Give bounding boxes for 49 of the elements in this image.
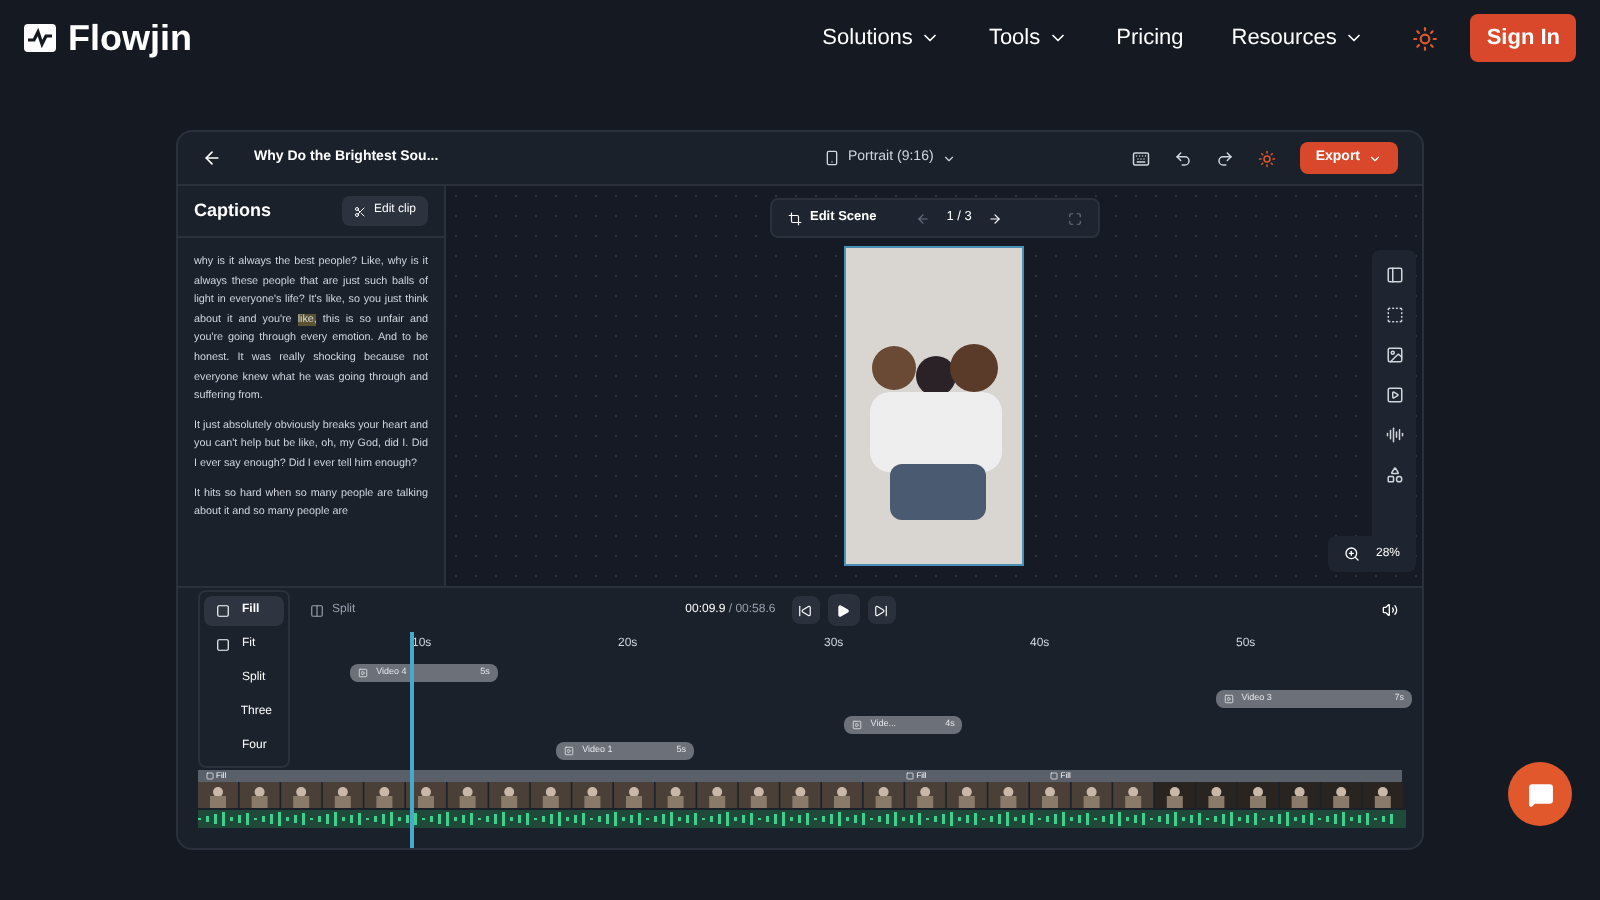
chevron-down-icon: [941, 151, 956, 165]
square-icon: [216, 604, 230, 618]
image-icon[interactable]: [1385, 346, 1403, 364]
arrow-right-icon[interactable]: [987, 211, 1002, 225]
nav-link[interactable]: Solutions: [822, 21, 941, 55]
layout-icon[interactable]: [1385, 266, 1403, 284]
playhead[interactable]: [409, 632, 414, 848]
volume-icon[interactable]: [1382, 602, 1398, 618]
square-icon: [216, 638, 230, 652]
frame-icon[interactable]: [1385, 306, 1403, 324]
square-icon: [206, 772, 214, 780]
chat-button[interactable]: [1508, 762, 1572, 826]
video-icon: [564, 746, 575, 756]
square-icon: [1050, 772, 1059, 780]
video-icon: [852, 720, 863, 730]
sun-icon[interactable]: [1412, 25, 1439, 51]
chat-icon: [1527, 781, 1553, 807]
split-icon: [310, 603, 324, 617]
phone-icon: [824, 150, 840, 166]
keyboard-icon[interactable]: [1131, 149, 1150, 167]
back-icon[interactable]: [202, 148, 222, 168]
skip-back-icon: [798, 603, 813, 617]
chevron-down-icon: [1368, 151, 1382, 165]
nav-link[interactable]: Resources: [1231, 21, 1365, 55]
zoom-in-icon: [1343, 546, 1360, 562]
square-icon: [906, 772, 915, 780]
skip-back-button[interactable]: [791, 596, 820, 624]
skip-forward-icon: [874, 603, 889, 617]
video-icon[interactable]: [1385, 386, 1403, 404]
expand-icon[interactable]: [1068, 211, 1082, 225]
audio-icon[interactable]: [1385, 426, 1403, 444]
skip-forward-button[interactable]: [867, 596, 896, 624]
brand-name[interactable]: Flowjin: [68, 11, 192, 65]
arrow-left-icon[interactable]: [916, 211, 931, 225]
shapes-icon[interactable]: [1385, 466, 1403, 484]
captions-heading: Captions: [194, 197, 272, 224]
play-button[interactable]: [827, 594, 860, 626]
sign-in-button[interactable]: Sign In: [1470, 13, 1576, 63]
video-icon: [358, 668, 369, 678]
video-icon: [1223, 694, 1234, 704]
play-icon: [836, 603, 851, 617]
crop-icon: [788, 211, 802, 225]
logo-icon: [24, 24, 56, 52]
redo-icon[interactable]: [1215, 149, 1234, 167]
scissors-icon: [353, 205, 366, 217]
sun-icon[interactable]: [1257, 149, 1276, 167]
nav-link[interactable]: Pricing: [1116, 21, 1184, 55]
nav-link[interactable]: Tools: [988, 21, 1069, 55]
undo-icon[interactable]: [1173, 149, 1192, 167]
